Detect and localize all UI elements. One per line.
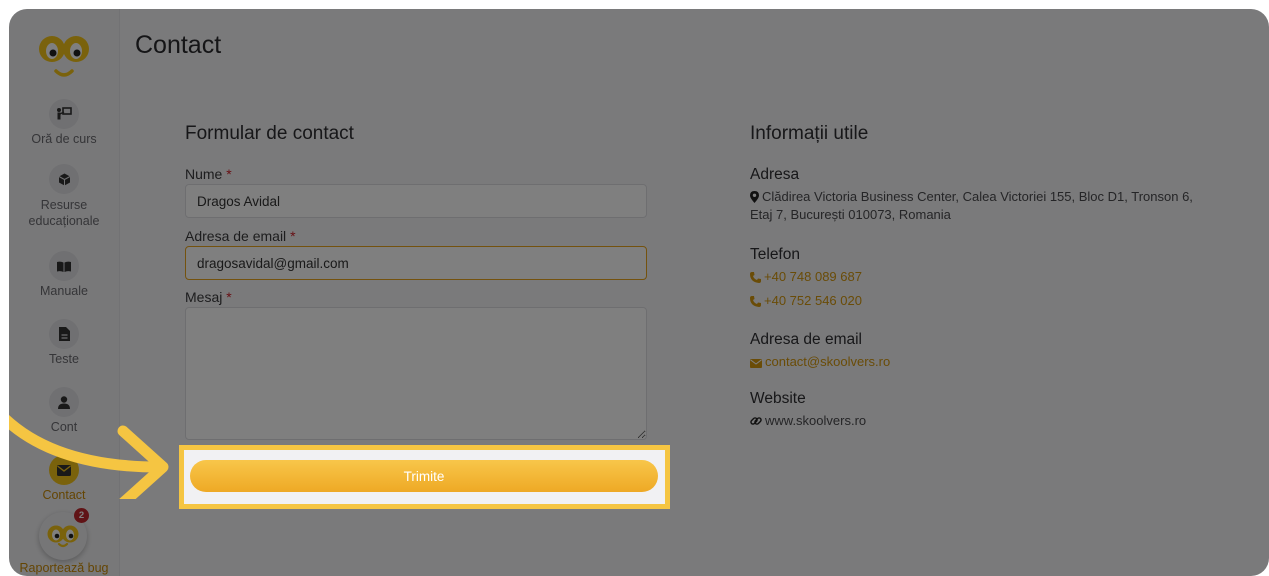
address-line-2: Etaj 7, București 010073, Romania [750, 207, 951, 222]
page-title: Contact [135, 31, 222, 59]
form-title: Formular de contact [185, 123, 354, 144]
info-title: Informații utile [750, 123, 869, 144]
message-label-text: Mesaj [185, 289, 223, 305]
phone-number: +40 748 089 687 [764, 269, 862, 284]
message-field[interactable] [185, 307, 647, 440]
email-address: contact@skoolvers.ro [765, 354, 891, 369]
link-icon [750, 417, 762, 425]
phone-icon [750, 272, 761, 283]
required-mark: * [226, 289, 232, 305]
document-icon [49, 319, 79, 349]
submit-button-highlighted[interactable]: Trimite [190, 460, 658, 492]
notification-badge: 2 [74, 508, 89, 523]
address-text: Clădirea Victoria Business Center, Calea… [750, 188, 1193, 224]
app-logo[interactable] [36, 29, 92, 83]
phone-heading: Telefon [750, 246, 800, 263]
highlight-box: Trimite [179, 445, 670, 509]
name-label: Nume * [185, 166, 232, 182]
email-label: Adresa de email * [185, 228, 296, 244]
report-bug-label[interactable]: Raportează bug [9, 561, 119, 575]
website-heading: Website [750, 390, 806, 407]
sidebar-item-label: Manuale [40, 284, 88, 298]
email-link[interactable]: contact@skoolvers.ro [750, 354, 890, 369]
address-line-1: Clădirea Victoria Business Center, Calea… [762, 189, 1193, 204]
phone-link-2[interactable]: +40 752 546 020 [750, 293, 862, 308]
sidebar-item-label: Teste [49, 352, 79, 366]
teacher-board-icon [49, 99, 79, 129]
website-link[interactable]: www.skoolvers.ro [750, 412, 866, 430]
name-label-text: Nume [185, 166, 223, 182]
map-pin-icon [750, 191, 759, 203]
sidebar-item-resurse-educationale[interactable]: Resurse educaționale [9, 164, 119, 229]
address-heading: Adresa [750, 166, 800, 183]
app-logo-icon [47, 525, 79, 548]
phone-link-1[interactable]: +40 748 089 687 [750, 269, 862, 284]
cube-icon [49, 164, 79, 194]
sidebar-item-manuale[interactable]: Manuale [9, 251, 119, 298]
website-url: www.skoolvers.ro [765, 413, 867, 428]
required-mark: * [226, 166, 232, 182]
sidebar-item-label: Resurse educaționale [28, 198, 100, 228]
sidebar-item-teste[interactable]: Teste [9, 319, 119, 366]
sidebar-item-label: Oră de curs [31, 132, 97, 146]
email-field[interactable] [185, 246, 647, 280]
book-icon [49, 251, 79, 281]
pointer-arrow-icon [9, 414, 169, 499]
name-field[interactable] [185, 184, 647, 218]
phone-icon [750, 296, 761, 307]
report-bug-button[interactable]: 2 [39, 508, 89, 560]
sidebar-item-ora-de-curs[interactable]: Oră de curs [9, 99, 119, 146]
envelope-icon [750, 359, 762, 368]
app-window: Oră de curs Resurse educaționale Manuale… [9, 9, 1269, 576]
message-label: Mesaj * [185, 289, 232, 305]
email-heading: Adresa de email [750, 331, 863, 348]
email-label-text: Adresa de email [185, 228, 287, 244]
required-mark: * [290, 228, 296, 244]
phone-number: +40 752 546 020 [764, 293, 862, 308]
